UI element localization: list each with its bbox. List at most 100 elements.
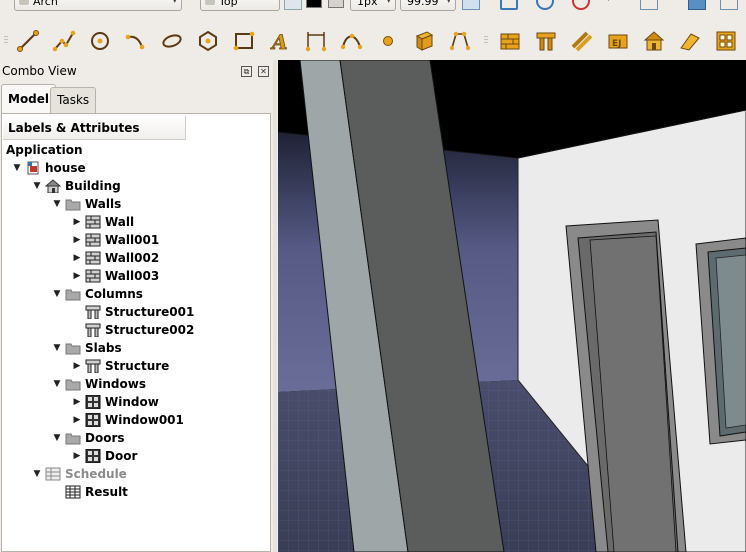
- circle-icon[interactable]: [86, 27, 114, 55]
- close-icon[interactable]: ✕: [258, 66, 269, 77]
- draw-style-icon[interactable]: [572, 0, 590, 10]
- tree-item[interactable]: ▼ Building: [32, 177, 121, 195]
- rectangle-icon[interactable]: [230, 27, 258, 55]
- tree-item[interactable]: ▼ Walls: [52, 195, 122, 213]
- tree-item[interactable]: ▼ Columns: [52, 285, 143, 303]
- tree-item-label: Window: [105, 395, 159, 409]
- expand-arrow-icon[interactable]: ▼: [52, 199, 62, 209]
- collapse-arrow-icon[interactable]: ▶: [72, 415, 82, 425]
- tree-item[interactable]: ▼ Windows: [52, 375, 146, 393]
- tree-item[interactable]: ▼ house: [12, 159, 86, 177]
- tree-column-header[interactable]: Labels & Attributes: [3, 116, 186, 140]
- collapse-arrow-icon[interactable]: ▶: [72, 271, 82, 281]
- tree-item[interactable]: ▼ Slabs: [52, 339, 122, 357]
- front-view-icon[interactable]: [688, 0, 706, 10]
- expand-arrow-icon[interactable]: ▼: [32, 181, 42, 191]
- polygon-icon[interactable]: [194, 27, 222, 55]
- rebar-icon[interactable]: [568, 27, 596, 55]
- float-panel-icon[interactable]: ⧉: [241, 66, 252, 77]
- 3d-viewport[interactable]: [278, 60, 746, 552]
- tree-item-label: Window001: [105, 413, 184, 427]
- tree-item[interactable]: ▶ Wall002: [72, 249, 160, 267]
- top-view-icon[interactable]: [720, 0, 738, 10]
- tree-item[interactable]: ▼ Schedule: [32, 465, 127, 483]
- arc-icon[interactable]: [122, 27, 150, 55]
- tree-item[interactable]: ▼ Doors: [52, 429, 125, 447]
- point-icon[interactable]: [374, 27, 402, 55]
- expand-arrow-icon[interactable]: ▼: [12, 163, 22, 173]
- tree-item[interactable]: ▶ Door: [72, 447, 137, 465]
- isometric-view-icon[interactable]: [640, 0, 658, 10]
- line-color-swatch[interactable]: [306, 0, 322, 8]
- view-icon: [205, 0, 215, 5]
- ellipse-icon[interactable]: [158, 27, 186, 55]
- tree-item[interactable]: ▶ Window001: [72, 411, 184, 429]
- collapse-arrow-icon[interactable]: ▶: [72, 253, 82, 263]
- panel-tabs: Model Tasks: [0, 84, 276, 113]
- zoom-selection-icon[interactable]: [536, 0, 554, 10]
- tree-item[interactable]: ▶ Wall003: [72, 267, 160, 285]
- window-icon: [85, 395, 101, 409]
- tree-item[interactable]: ▶ Wall001: [72, 231, 160, 249]
- collapse-arrow-icon[interactable]: ▶: [72, 235, 82, 245]
- expand-arrow-icon[interactable]: ▼: [52, 343, 62, 353]
- folder-icon: [65, 197, 81, 211]
- tree-item-label: Result: [85, 485, 128, 499]
- tree-item-label: Doors: [85, 431, 125, 445]
- toolbar-handle[interactable]: [484, 35, 488, 45]
- tree-item[interactable]: Result: [52, 483, 128, 501]
- tab-tasks[interactable]: Tasks: [50, 87, 97, 113]
- tree-item-label: Structure001: [105, 305, 195, 319]
- facebinder-icon[interactable]: [410, 27, 438, 55]
- tree-item[interactable]: ▶ Window: [72, 393, 159, 411]
- tree-item[interactable]: ▶ Wall: [72, 213, 135, 231]
- text-icon[interactable]: A: [266, 27, 294, 55]
- window-icon[interactable]: [712, 27, 740, 55]
- expand-arrow-icon[interactable]: ▼: [52, 289, 62, 299]
- expand-arrow-icon[interactable]: ▼: [52, 379, 62, 389]
- 3d-scene: [278, 60, 746, 552]
- roof-icon[interactable]: [676, 27, 704, 55]
- apply-style-button[interactable]: [462, 0, 480, 10]
- svg-text:A: A: [270, 30, 288, 53]
- chevron-down-icon: ▾: [172, 0, 177, 6]
- collapse-arrow-icon[interactable]: ▶: [72, 217, 82, 227]
- tree-item[interactable]: ▶ Structure: [72, 357, 169, 375]
- line-icon[interactable]: [14, 27, 42, 55]
- bezier-icon[interactable]: [446, 27, 474, 55]
- zoom-field[interactable]: 99.99 ▾: [400, 0, 456, 11]
- view-selector[interactable]: Top: [200, 0, 280, 11]
- expand-arrow-icon[interactable]: ▼: [52, 433, 62, 443]
- collapse-arrow-icon[interactable]: ▶: [72, 397, 82, 407]
- structure-icon: [85, 305, 101, 319]
- tree-item[interactable]: Structure002: [72, 321, 194, 339]
- workbench-selector[interactable]: Arch ▾: [14, 0, 182, 11]
- collapse-arrow-icon[interactable]: ▶: [72, 361, 82, 371]
- model-tree: Labels & Attributes Application ▼ house ▼ B…: [1, 113, 271, 552]
- tree-item[interactable]: Structure001: [72, 303, 194, 321]
- tab-model[interactable]: Model: [1, 84, 57, 113]
- wall-icon[interactable]: [496, 27, 524, 55]
- face-color-swatch[interactable]: [328, 0, 344, 8]
- tree-item-label: Columns: [85, 287, 143, 301]
- chevron-down-icon[interactable]: ▾: [606, 0, 624, 10]
- tree-root-label: Application: [6, 141, 83, 159]
- dimension-icon[interactable]: [302, 27, 330, 55]
- fit-all-icon[interactable]: [500, 0, 518, 10]
- expand-arrow-icon[interactable]: ▼: [32, 469, 42, 479]
- toolbar-handle[interactable]: [4, 35, 8, 45]
- bspline-icon[interactable]: [338, 27, 366, 55]
- wire-icon[interactable]: [50, 27, 78, 55]
- view-toggle-button[interactable]: [284, 0, 302, 10]
- wall-icon: [85, 251, 101, 265]
- folder-icon: [65, 341, 81, 355]
- collapse-arrow-icon[interactable]: ▶: [72, 451, 82, 461]
- floor-icon[interactable]: EJ: [604, 27, 632, 55]
- panel-splitter[interactable]: [273, 60, 277, 552]
- draft-arch-toolbar: A EJ: [0, 24, 746, 58]
- building-icon[interactable]: [640, 27, 668, 55]
- line-width-value: 1px: [357, 0, 378, 8]
- structure-icon[interactable]: [532, 27, 560, 55]
- line-width-selector[interactable]: 1px ▾: [350, 0, 396, 11]
- building-icon: [45, 179, 61, 193]
